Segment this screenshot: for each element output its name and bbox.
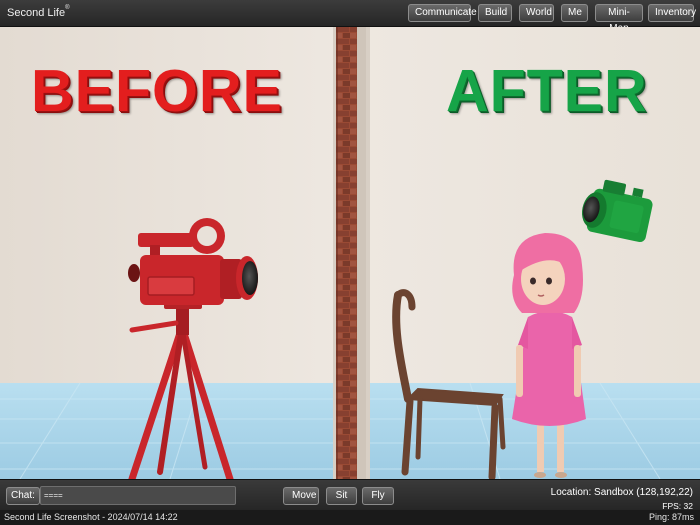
top-menu-bar: Second Life® Communicate Build World Me … [0, 0, 700, 34]
menu-build-button[interactable]: Build [478, 4, 512, 22]
status-bar: Second Life Screenshot - 2024/07/14 14:2… [0, 510, 700, 525]
menu-communicate-button[interactable]: Communicate [408, 4, 477, 22]
ping-readout: Ping: 87ms [648, 512, 694, 522]
app-title: Second Life® [7, 5, 70, 19]
app-title-text: Second Life [7, 7, 66, 19]
brick-divider [333, 27, 370, 479]
world-viewport[interactable]: BEFORE AFTER [0, 27, 700, 479]
menu-world-button[interactable]: World [519, 4, 554, 22]
trademark-symbol: ® [65, 5, 70, 11]
sit-button[interactable]: Sit [326, 487, 357, 505]
menu-minimap-button[interactable]: Mini-Map [595, 4, 643, 34]
chat-input[interactable] [40, 486, 236, 505]
menu-me-button[interactable]: Me [561, 4, 588, 22]
after-label: AFTER [446, 58, 648, 124]
location-readout: Location: Sandbox (128,192,22) [550, 487, 693, 498]
screenshot-caption: Second Life Screenshot - 2024/07/14 14:2… [4, 512, 178, 522]
chat-button[interactable]: Chat: [6, 487, 40, 505]
menu-inventory-button[interactable]: Inventory [648, 4, 696, 22]
bottom-hud: Chat: Move Sit Fly Location: Sandbox (12… [0, 479, 700, 511]
move-button[interactable]: Move [283, 487, 319, 505]
fly-button[interactable]: Fly [362, 487, 394, 505]
before-label: BEFORE [31, 58, 283, 124]
